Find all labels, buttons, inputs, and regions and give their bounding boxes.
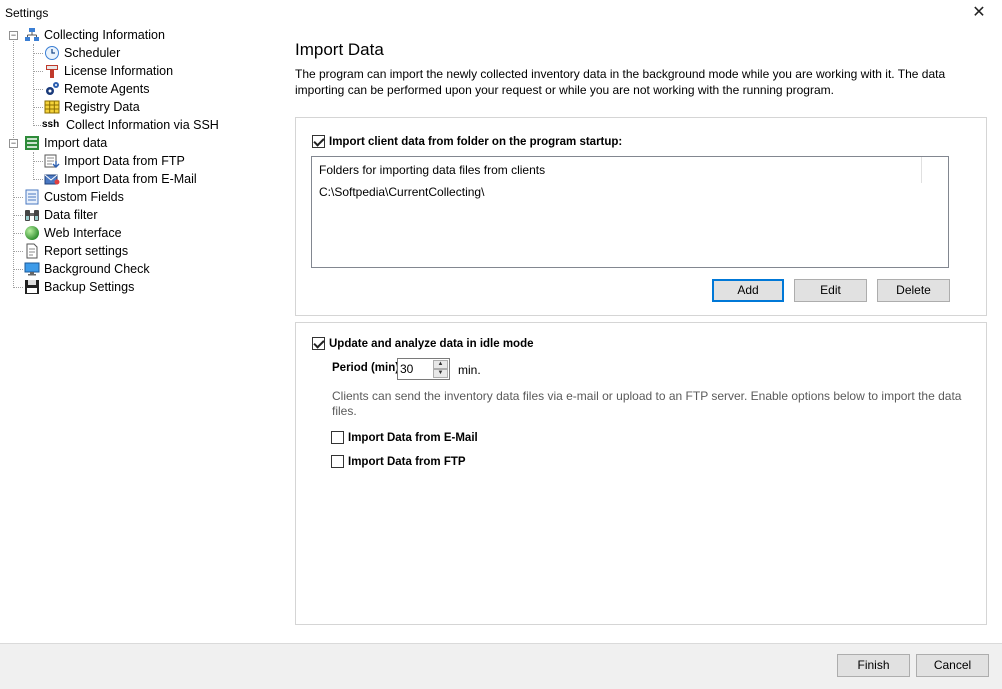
period-unit: min. <box>458 363 481 377</box>
cancel-button[interactable]: Cancel <box>916 654 989 677</box>
tree-item-remote-agents[interactable]: Remote Agents <box>44 80 149 98</box>
tree-item-scheduler[interactable]: Scheduler <box>44 44 120 62</box>
ssh-icon: ssh <box>42 119 60 130</box>
tree-line <box>33 161 43 162</box>
grid-icon <box>44 99 60 115</box>
floppy-icon <box>24 279 40 295</box>
folders-listbox[interactable]: Folders for importing data files from cl… <box>311 156 949 268</box>
binoculars-icon <box>24 207 40 223</box>
tree-item-collect-ssh[interactable]: ssh Collect Information via SSH <box>42 116 219 134</box>
import-ftp-checkbox[interactable] <box>331 455 344 468</box>
title-bar: Settings ✕ <box>0 0 1002 26</box>
import-email-label: Import Data from E-Mail <box>348 431 478 444</box>
tree-line <box>33 179 43 180</box>
period-input[interactable] <box>398 359 430 379</box>
finish-button[interactable]: Finish <box>837 654 910 677</box>
import-note: Clients can send the inventory data file… <box>332 389 962 418</box>
import-email-checkbox-row[interactable]: Import Data from E-Mail <box>331 431 478 444</box>
import-startup-checkbox-row[interactable]: Import client data from folder on the pr… <box>312 135 622 148</box>
delete-button[interactable]: Delete <box>877 279 950 302</box>
idle-mode-checkbox-row[interactable]: Update and analyze data in idle mode <box>312 337 534 350</box>
tree-item-collecting-information[interactable]: Collecting Information <box>24 26 165 44</box>
tree-line <box>13 287 23 288</box>
tree-line <box>33 44 34 126</box>
import-ftp-label: Import Data from FTP <box>348 455 466 468</box>
ftp-import-icon <box>44 153 60 169</box>
collapse-import-icon[interactable]: − <box>9 139 18 148</box>
footer-bar: Finish Cancel <box>0 643 1002 689</box>
page-title: Import Data <box>295 40 384 59</box>
tree-line <box>13 233 23 234</box>
spin-up-icon[interactable]: ▲ <box>433 360 448 369</box>
tree-line <box>33 53 43 54</box>
tree-line <box>33 89 43 90</box>
tree-line <box>13 269 23 270</box>
window-title: Settings <box>5 6 49 20</box>
content-panel: Import Data The program can import the n… <box>280 26 1002 643</box>
license-icon <box>44 63 60 79</box>
settings-tree: − − Collecting Information Scheduler Lic… <box>0 26 280 643</box>
tree-item-data-filter[interactable]: Data filter <box>24 206 98 224</box>
idle-mode-group: Update and analyze data in idle mode Per… <box>295 322 987 625</box>
tree-line <box>13 215 23 216</box>
page-description: The program can import the newly collect… <box>295 67 946 97</box>
globe-icon <box>24 225 40 241</box>
tree-line <box>33 107 43 108</box>
gears-icon <box>44 81 60 97</box>
tree-item-registry-data[interactable]: Registry Data <box>44 98 140 116</box>
clock-icon <box>44 45 60 61</box>
tree-item-background-check[interactable]: Background Check <box>24 260 150 278</box>
add-button[interactable]: Add <box>712 279 784 302</box>
folder-import-group: Import client data from folder on the pr… <box>295 117 987 316</box>
tree-item-custom-fields[interactable]: Custom Fields <box>24 188 124 206</box>
column-separator <box>921 157 922 183</box>
idle-mode-checkbox[interactable] <box>312 337 325 350</box>
tree-item-license-information[interactable]: License Information <box>44 62 173 80</box>
import-startup-checkbox[interactable] <box>312 135 325 148</box>
tree-line <box>13 251 23 252</box>
tree-line <box>33 71 43 72</box>
folders-list-header: Folders for importing data files from cl… <box>319 163 546 177</box>
period-label: Period (min) <box>332 362 400 374</box>
import-ftp-checkbox-row[interactable]: Import Data from FTP <box>331 455 466 468</box>
tree-item-report-settings[interactable]: Report settings <box>24 242 128 260</box>
tree-line <box>13 197 23 198</box>
list-icon <box>24 189 40 205</box>
tree-item-backup-settings[interactable]: Backup Settings <box>24 278 134 296</box>
spinner-arrows: ▲ ▼ <box>433 360 448 378</box>
spin-down-icon[interactable]: ▼ <box>433 369 448 378</box>
collapse-collecting-icon[interactable]: − <box>9 31 18 40</box>
close-icon[interactable]: ✕ <box>964 3 994 23</box>
import-startup-label: Import client data from folder on the pr… <box>329 135 623 148</box>
tree-line <box>33 152 34 180</box>
import-email-checkbox[interactable] <box>331 431 344 444</box>
period-spinner[interactable]: ▲ ▼ <box>397 358 450 380</box>
tree-item-import-ftp[interactable]: Import Data from FTP <box>44 152 185 170</box>
idle-mode-label: Update and analyze data in idle mode <box>329 337 534 350</box>
monitor-icon <box>24 261 40 277</box>
email-import-icon <box>44 171 60 187</box>
network-icon <box>24 27 40 43</box>
folder-list-item[interactable]: C:\Softpedia\CurrentCollecting\ <box>319 185 484 199</box>
tree-item-import-email[interactable]: Import Data from E-Mail <box>44 170 197 188</box>
tree-item-import-data[interactable]: Import data <box>24 134 108 152</box>
tree-item-web-interface[interactable]: Web Interface <box>24 224 122 242</box>
report-icon <box>24 243 40 259</box>
edit-button[interactable]: Edit <box>794 279 867 302</box>
import-icon <box>24 135 40 151</box>
